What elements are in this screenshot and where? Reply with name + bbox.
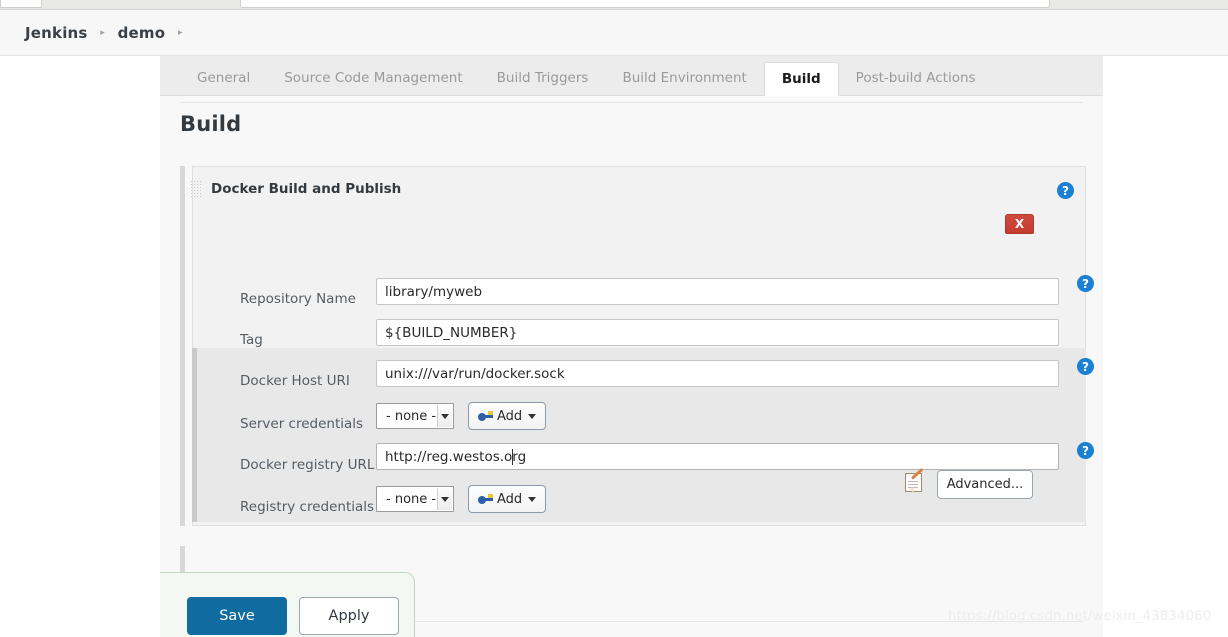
tabbar-underline: [180, 102, 1083, 103]
label-tag: Tag: [240, 332, 263, 348]
tab-build[interactable]: Build: [763, 62, 839, 96]
breadcrumb: Jenkins ▸ demo ▸: [0, 10, 1228, 56]
docker-host-section-rail: [192, 348, 197, 522]
caret-down-icon: [528, 413, 537, 419]
tab-source-code-management[interactable]: Source Code Management: [267, 62, 479, 95]
help-icon-docker-registry-url[interactable]: ?: [1077, 442, 1094, 459]
tab-build-triggers[interactable]: Build Triggers: [480, 62, 606, 95]
save-button[interactable]: Save: [187, 597, 287, 635]
help-icon-docker-host-uri[interactable]: ?: [1077, 358, 1094, 375]
registry-credentials-value: - none -: [386, 491, 437, 507]
right-margin-area: [1103, 56, 1228, 637]
text-cursor: [512, 449, 513, 465]
docker-host-uri-input[interactable]: [376, 360, 1059, 387]
label-repository-name: Repository Name: [240, 291, 356, 307]
build-step-panel: Docker Build and Publish Repository Name…: [180, 166, 1094, 526]
chevron-down-icon[interactable]: [437, 488, 452, 510]
tab-build-environment[interactable]: Build Environment: [605, 62, 763, 95]
build-step-title: Docker Build and Publish: [211, 180, 402, 197]
tab-post-build-actions[interactable]: Post-build Actions: [839, 62, 993, 95]
browser-address-bar[interactable]: [240, 0, 1050, 8]
key-icon: [478, 410, 494, 422]
breadcrumb-item-demo[interactable]: demo: [118, 24, 166, 42]
registry-credentials-add-button[interactable]: Add: [468, 485, 547, 513]
server-credentials-add-button[interactable]: Add: [468, 402, 547, 430]
chevron-down-icon[interactable]: [437, 405, 452, 427]
apply-button[interactable]: Apply: [299, 597, 399, 635]
build-step-header: Docker Build and Publish: [190, 180, 401, 197]
server-credentials-select[interactable]: - none -: [376, 403, 454, 429]
docker-registry-url-input[interactable]: [376, 443, 1059, 470]
help-icon-build-step[interactable]: ?: [1057, 182, 1074, 199]
key-icon: [478, 493, 494, 505]
breadcrumb-item-jenkins[interactable]: Jenkins: [25, 24, 88, 42]
browser-chrome: [0, 0, 1228, 9]
breadcrumb-separator-1: ▸: [100, 27, 105, 38]
registry-credentials-select[interactable]: - none -: [376, 486, 454, 512]
notepad-pencil-icon: [904, 468, 926, 493]
page-title: Build: [180, 112, 242, 136]
config-content: General Source Code Management Build Tri…: [160, 56, 1103, 637]
server-credentials-value: - none -: [386, 408, 437, 424]
page-body: General Source Code Management Build Tri…: [0, 56, 1228, 637]
browser-tab[interactable]: [0, 0, 42, 8]
breadcrumb-separator-2[interactable]: ▸: [165, 28, 195, 38]
registry-credentials-add-label: Add: [497, 491, 523, 507]
delete-build-step-button[interactable]: X: [1005, 214, 1034, 234]
config-tabbar: General Source Code Management Build Tri…: [160, 56, 1103, 96]
help-icon-repository-name[interactable]: ?: [1077, 275, 1094, 292]
caret-down-icon: [528, 496, 537, 502]
sidebar-area: [0, 56, 160, 637]
app-root: Jenkins ▸ demo ▸ General Source Code Man…: [0, 0, 1228, 637]
tag-input[interactable]: [376, 319, 1059, 346]
advanced-button[interactable]: Advanced...: [937, 470, 1033, 499]
build-step-rail: [180, 166, 185, 526]
server-credentials-add-label: Add: [497, 408, 523, 424]
tab-general[interactable]: General: [180, 62, 267, 95]
drag-handle-icon[interactable]: [190, 180, 201, 197]
repository-name-input[interactable]: [376, 278, 1059, 305]
